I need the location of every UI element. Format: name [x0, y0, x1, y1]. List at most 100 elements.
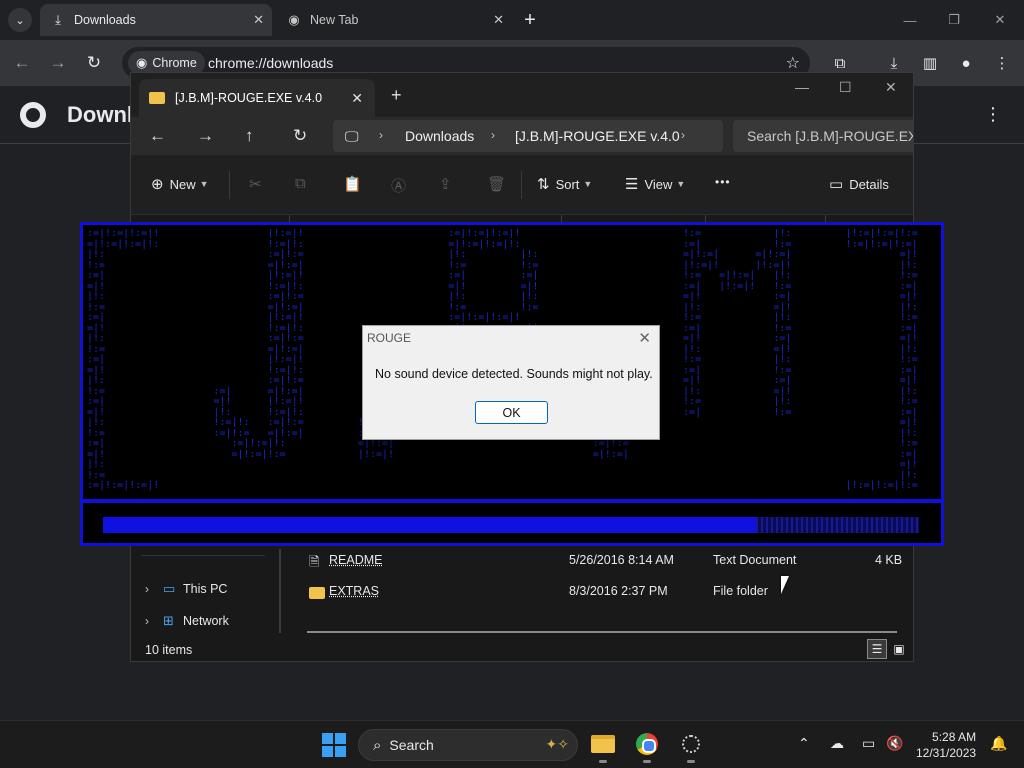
- details-button[interactable]: ▭ Details: [829, 175, 889, 193]
- clock-date: 12/31/2023: [916, 746, 977, 760]
- close-icon[interactable]: ✕: [638, 329, 651, 347]
- details-label: Details: [849, 176, 889, 192]
- divider: [83, 499, 941, 503]
- minimize-button[interactable]: —: [795, 79, 809, 95]
- bookmark-star-icon[interactable]: ☆: [786, 53, 800, 73]
- chevron-right-icon: ›: [681, 128, 685, 142]
- explorer-tab-label: [J.B.M]-ROUGE.EXE v.4.0: [175, 91, 323, 105]
- loading-spinner-icon: [682, 735, 700, 753]
- back-button[interactable]: ←: [149, 126, 166, 146]
- details-view-icon[interactable]: ☰: [867, 639, 887, 659]
- share-icon[interactable]: ⇪: [439, 175, 452, 193]
- maximize-button[interactable]: ☐: [839, 79, 852, 96]
- side-panel-icon[interactable]: ▥: [918, 51, 942, 75]
- plus-circle-icon: ⊕: [151, 176, 164, 193]
- more-options-button[interactable]: •••: [715, 175, 731, 189]
- up-button[interactable]: ↑: [245, 126, 254, 146]
- paste-icon[interactable]: 📋: [343, 175, 362, 193]
- chrome-icon: [636, 733, 658, 755]
- pane-splitter[interactable]: [279, 549, 281, 633]
- refresh-button[interactable]: ↻: [293, 126, 307, 146]
- tab-downloads[interactable]: ⤓ Downloads ✕: [40, 4, 272, 36]
- sort-icon: ⇅: [537, 176, 550, 193]
- file-row[interactable]: EXTRAS 8/3/2016 2:37 PM File folder: [303, 578, 903, 606]
- sort-button[interactable]: ⇅ Sort ▼: [537, 175, 592, 193]
- new-tab-button[interactable]: +: [391, 85, 402, 106]
- minimize-button[interactable]: —: [898, 8, 922, 32]
- view-button[interactable]: ☰ View ▼: [625, 175, 685, 193]
- forward-button[interactable]: →: [46, 51, 70, 75]
- chevron-up-icon[interactable]: ⌃: [798, 735, 810, 752]
- ok-button[interactable]: OK: [475, 401, 548, 424]
- clock[interactable]: 5:28 AM 12/31/2023: [916, 729, 976, 761]
- running-indicator: [643, 760, 651, 763]
- back-button[interactable]: ←: [10, 51, 34, 75]
- page-title: Downl: [67, 102, 133, 127]
- breadcrumb-current-folder[interactable]: [J.B.M]-ROUGE.EXE v.4.0: [515, 128, 680, 144]
- delete-icon[interactable]: 🗑: [487, 175, 506, 193]
- command-bar: ⊕ New ▼ ✂ ⧉ 📋 Ⓐ ⇪ 🗑 ⇅ Sort ▼ ☰ View ▼ ••…: [131, 155, 913, 215]
- taskbar: ⌕ Search ✦✧ ⌃ ☁ ▭ 🔇 5:28 AM 12/31/2023 🔔: [0, 720, 1024, 768]
- view-label: View: [644, 176, 673, 192]
- forward-button[interactable]: →: [197, 126, 214, 146]
- tab-new-tab[interactable]: ◉ New Tab ✕: [276, 4, 512, 36]
- details-pane-icon: ▭: [829, 176, 844, 193]
- horizontal-scrollbar[interactable]: [307, 631, 897, 633]
- start-button[interactable]: [322, 733, 346, 757]
- running-indicator: [687, 760, 695, 763]
- onedrive-icon[interactable]: ☁: [830, 735, 844, 752]
- search-icon: ⌕: [373, 736, 382, 754]
- taskbar-search[interactable]: ⌕ Search ✦✧: [358, 729, 578, 761]
- chrome-app[interactable]: [634, 731, 660, 763]
- restore-button[interactable]: ❐: [942, 8, 966, 32]
- monitor-icon: 🖵: [345, 128, 359, 144]
- explorer-tab[interactable]: [J.B.M]-ROUGE.EXE v.4.0 ✕: [139, 79, 375, 117]
- url-text[interactable]: chrome://downloads: [208, 55, 333, 71]
- breadcrumb-downloads[interactable]: Downloads: [405, 128, 474, 144]
- pc-icon: ▭: [163, 581, 176, 596]
- file-row[interactable]: 🗎 README 5/26/2016 8:14 AM Text Document…: [303, 547, 903, 575]
- menu-icon[interactable]: ⋮: [990, 51, 1014, 75]
- search-highlight-icon: ✦✧: [545, 736, 569, 752]
- more-options-icon[interactable]: ⋮: [984, 104, 1002, 125]
- close-icon[interactable]: ✕: [253, 12, 264, 28]
- chevron-down-icon: ▼: [676, 179, 686, 189]
- address-bar[interactable]: 🖵 › Downloads › [J.B.M]-ROUGE.EXE v.4.0 …: [333, 120, 723, 152]
- chevron-right-icon: ›: [491, 128, 495, 142]
- sidebar-item-this-pc[interactable]: › ▭ This PC: [145, 581, 227, 597]
- message-dialog: ROUGE ✕ No sound device detected. Sounds…: [362, 325, 660, 440]
- close-window-button[interactable]: ✕: [885, 79, 897, 96]
- tab-label: Downloads: [74, 13, 136, 27]
- download-icon: ⤓: [55, 12, 61, 27]
- network-icon[interactable]: ▭: [862, 735, 875, 752]
- sidebar-item-network[interactable]: › ⊞ Network: [145, 613, 229, 629]
- mouse-cursor: [781, 576, 789, 594]
- loading-app[interactable]: [678, 731, 704, 763]
- new-tab-button[interactable]: +: [518, 8, 542, 32]
- chevron-right-icon[interactable]: ›: [145, 614, 163, 628]
- item-count: 10 items: [145, 643, 193, 657]
- volume-muted-icon[interactable]: 🔇: [886, 735, 903, 752]
- search-input[interactable]: Search [J.B.M]-ROUGE.EXE v.4.0: [733, 120, 913, 152]
- notification-bell-icon[interactable]: 🔔: [990, 735, 1007, 752]
- new-button[interactable]: ⊕ New ▼: [151, 175, 209, 193]
- windows-logo-icon: [335, 733, 346, 744]
- close-window-button[interactable]: ✕: [988, 8, 1012, 32]
- close-icon[interactable]: ✕: [493, 12, 504, 28]
- tiles-view-icon[interactable]: ▣: [889, 639, 909, 659]
- network-icon: ⊞: [163, 613, 174, 628]
- copy-icon[interactable]: ⧉: [295, 175, 306, 192]
- rename-icon[interactable]: Ⓐ: [391, 175, 406, 196]
- tab-search-button[interactable]: ⌄: [8, 8, 32, 32]
- reload-button[interactable]: ↻: [82, 51, 106, 75]
- search-label: Search: [389, 737, 434, 753]
- file-explorer-app[interactable]: [590, 731, 616, 763]
- view-icon: ☰: [625, 176, 639, 193]
- chevron-right-icon[interactable]: ›: [145, 582, 163, 596]
- sidebar-item-label: Network: [183, 614, 229, 628]
- close-icon[interactable]: ✕: [351, 90, 363, 107]
- profile-icon[interactable]: ●: [954, 51, 978, 75]
- divider: [141, 555, 265, 556]
- explorer-titlebar: [J.B.M]-ROUGE.EXE v.4.0 ✕ + — ☐ ✕: [131, 73, 913, 117]
- cut-icon[interactable]: ✂: [249, 175, 262, 193]
